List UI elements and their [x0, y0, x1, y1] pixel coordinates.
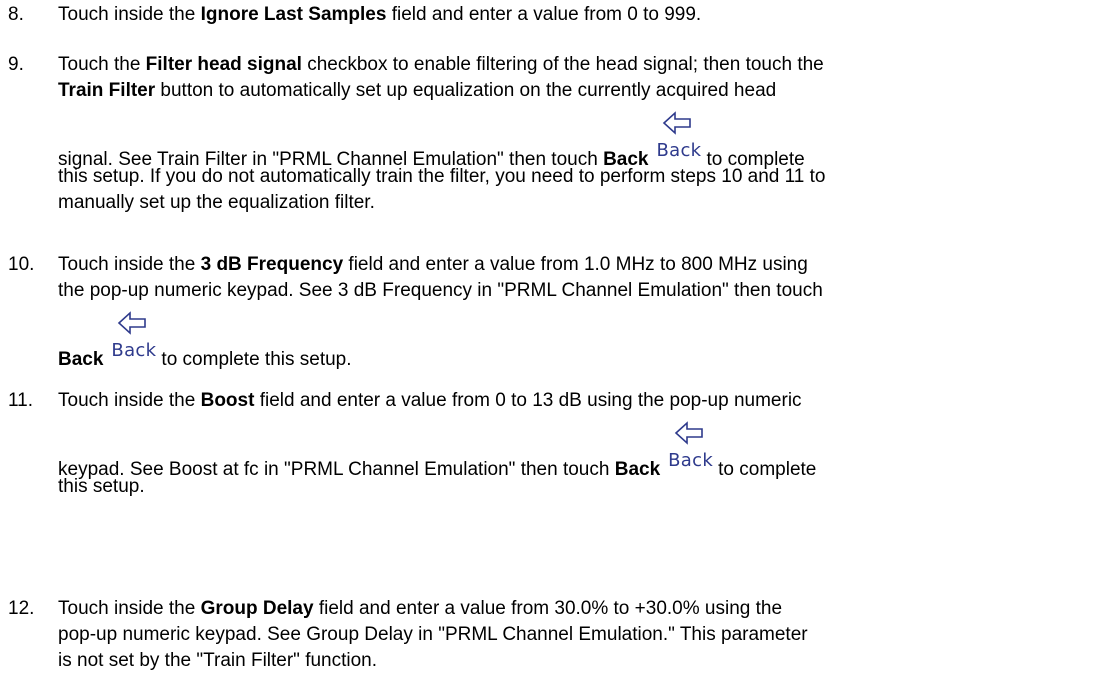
- step-text-line: this setup.: [58, 476, 145, 497]
- left-arrow-icon: [118, 311, 147, 335]
- left-arrow-icon: [674, 421, 703, 445]
- step-number: 9.: [8, 54, 24, 75]
- step-text-line: keypad. See Boost at fc in "PRML Channel…: [58, 421, 816, 481]
- step-text-line: Back Back to complete this setup.: [58, 311, 352, 371]
- back-button[interactable]: Back: [664, 421, 714, 475]
- back-button[interactable]: Back: [107, 311, 157, 365]
- step-text-line: pop-up numeric keypad. See Group Delay i…: [58, 624, 808, 645]
- step-text-line: Touch inside the Group Delay field and e…: [58, 598, 783, 619]
- back-text: Back: [614, 459, 661, 480]
- back-text: Back: [58, 349, 104, 370]
- filter-head-signal-label: Filter head signal: [145, 54, 302, 75]
- step-text-line: Touch inside the Boost field and enter a…: [58, 390, 802, 411]
- step-text-line: is not set by the "Train Filter" functio…: [58, 650, 378, 671]
- back-button-label: Back: [656, 140, 702, 161]
- back-button-label: Back: [668, 450, 714, 471]
- train-filter-label: Train Filter: [58, 80, 156, 101]
- step-number: 8.: [8, 4, 24, 25]
- step-number: 12.: [8, 598, 35, 619]
- step-text-line: manually set up the equalization filter.: [58, 192, 375, 213]
- group-delay-label: Group Delay: [200, 598, 314, 619]
- step-text-line: Train Filter button to automatically set…: [58, 80, 777, 101]
- step-text-line: the pop-up numeric keypad. See 3 dB Freq…: [58, 280, 823, 301]
- step-text-line: Touch the Filter head signal checkbox to…: [58, 54, 824, 75]
- back-button[interactable]: Back: [652, 111, 702, 165]
- back-button-label: Back: [111, 340, 157, 361]
- 3db-frequency-label: 3 dB Frequency: [200, 254, 344, 275]
- step-text-line: Touch inside the Ignore Last Samples fie…: [58, 4, 702, 25]
- boost-label: Boost: [200, 390, 255, 411]
- step-number: 11.: [8, 390, 34, 411]
- step-number: 10.: [8, 254, 35, 275]
- step-text-line: Touch inside the 3 dB Frequency field an…: [58, 254, 808, 275]
- ignore-last-samples-label: Ignore Last Samples: [200, 4, 387, 25]
- left-arrow-icon: [663, 111, 692, 135]
- step-text-line: this setup. If you do not automatically …: [58, 166, 826, 187]
